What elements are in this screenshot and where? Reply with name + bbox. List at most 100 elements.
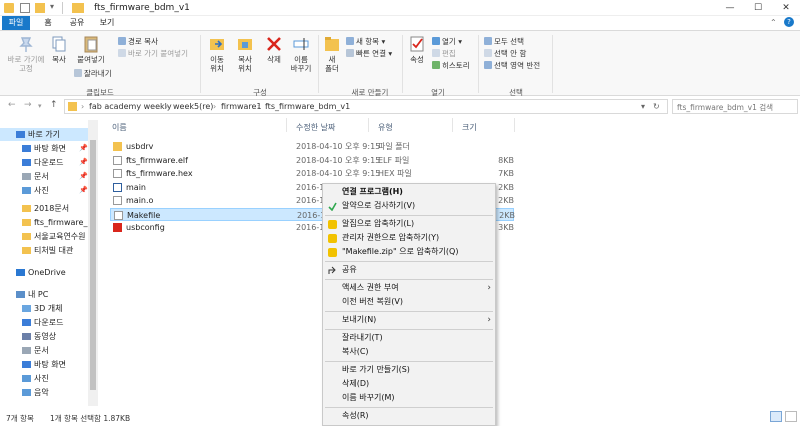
column-header-modified[interactable]: 수정한 날짜 (296, 122, 335, 133)
nav-item[interactable]: 문서 📌 (0, 170, 88, 183)
maximize-button[interactable]: ☐ (744, 0, 772, 16)
nav-item[interactable]: 동영상 (0, 330, 88, 343)
open-button[interactable]: 열기 ▾ (432, 37, 462, 47)
nav-item[interactable]: 다운로드 (0, 316, 88, 329)
rename-button[interactable]: 이름 바꾸기 (288, 35, 314, 73)
copy-path-button[interactable]: 경로 복사 (118, 37, 158, 47)
forward-arrow-icon[interactable]: → (24, 100, 32, 110)
nav-item[interactable]: 사진 📌 (0, 184, 88, 197)
delete-button[interactable]: 삭제 (262, 35, 286, 64)
nav-item[interactable]: OneDrive (0, 266, 88, 279)
nav-item[interactable]: 다운로드 📌 (0, 156, 88, 169)
new-folder-quick-icon[interactable] (35, 3, 45, 13)
column-header-type[interactable]: 유형 (378, 122, 393, 133)
move-to-button[interactable]: 이동 위치 (204, 35, 230, 73)
address-bar[interactable]: › fab academy weekly › week5(re) › firmw… (64, 99, 668, 114)
properties-button[interactable]: 속성 (406, 35, 428, 64)
paste-button[interactable]: 붙여넣기 (74, 35, 108, 64)
tab-home[interactable]: 홈 (38, 16, 58, 30)
edit-button[interactable]: 편집 (432, 49, 456, 59)
menu-item-create-shortcut[interactable]: 바로 가기 만들기(S) (323, 363, 495, 377)
nav-item[interactable]: 바탕 화면 (0, 358, 88, 371)
nav-item[interactable]: 서울교육연수원 (0, 230, 88, 243)
easy-access-button[interactable]: 빠른 연결 ▾ (346, 49, 392, 59)
nav-item[interactable]: 3D 개체 (0, 302, 88, 315)
details-view-icon[interactable] (770, 411, 782, 422)
tab-view[interactable]: 보기 (96, 16, 118, 30)
column-header-name[interactable]: 이름 (112, 122, 127, 133)
large-icons-view-icon[interactable] (785, 411, 797, 422)
nav-item[interactable]: 2018문서 (0, 202, 88, 215)
menu-item-restore-versions[interactable]: 이전 버전 복원(V) (323, 295, 495, 309)
menu-item-alyac-scan[interactable]: 알약으로 검사하기(V) (323, 199, 495, 213)
breadcrumb-item[interactable]: fab academy weekly (89, 102, 172, 111)
column-divider[interactable] (368, 118, 369, 132)
breadcrumb-separator-icon[interactable]: › (165, 102, 168, 111)
file-row[interactable]: fts_firmware.elf 2018-04-10 오후 9:15 ELF 파일… (110, 154, 514, 167)
menu-item-alzip-named[interactable]: "Makefile.zip" 으로 압축하기(Q) (323, 245, 495, 259)
collapse-ribbon-icon[interactable]: ⌃ (770, 18, 777, 27)
menu-item-rename[interactable]: 이름 바꾸기(M) (323, 391, 495, 405)
select-none-button[interactable]: 선택 안 함 (484, 49, 526, 59)
nav-item[interactable]: 바탕 화면 📌 (0, 142, 88, 155)
pin-quick-access-button[interactable]: 바로 가기에 고정 (3, 35, 49, 73)
tab-file[interactable]: 파일 (2, 16, 30, 30)
nav-item[interactable]: 문서 (0, 344, 88, 357)
pin-icon: 📌 (79, 158, 88, 166)
up-arrow-icon[interactable]: ↑ (50, 100, 58, 110)
refresh-icon[interactable]: ↻ (653, 102, 660, 111)
search-input[interactable]: fts_firmware_bdm_v1 검색 (672, 99, 798, 114)
minimize-button[interactable]: — (716, 0, 744, 16)
menu-item-cut[interactable]: 잘라내기(T) (323, 331, 495, 345)
address-dropdown-icon[interactable]: ▾ (641, 102, 645, 111)
properties-quick-icon[interactable] (20, 3, 30, 13)
menu-item-open-with[interactable]: 연결 프로그램(H) (323, 185, 495, 199)
menu-item-delete[interactable]: 삭제(D) (323, 377, 495, 391)
column-header-size[interactable]: 크기 (462, 122, 477, 133)
nav-item-label: 3D 개체 (34, 304, 63, 313)
nav-item-label: 바로 가기 (28, 130, 60, 139)
quick-access-dropdown-icon[interactable]: ▾ (50, 2, 54, 11)
new-folder-button[interactable]: 새 폴더 (320, 35, 344, 73)
menu-item-share[interactable]: 공유 (323, 263, 495, 277)
breadcrumb-item[interactable]: fts_firmware_bdm_v1 (265, 102, 350, 111)
nav-item[interactable]: 사진 (0, 372, 88, 385)
nav-item[interactable]: fts_firmware_bd (0, 216, 88, 229)
menu-item-properties[interactable]: 속성(R) (323, 409, 495, 423)
cut-button[interactable]: 잘라내기 (74, 69, 112, 79)
file-row[interactable]: usbdrv 2018-04-10 오후 9:15 파일 폴더 (110, 140, 514, 153)
menu-item-give-access[interactable]: 액세스 권한 부여 › (323, 281, 495, 295)
breadcrumb-item[interactable]: firmware1 (221, 102, 262, 111)
nav-scrollbar-thumb[interactable] (90, 140, 96, 390)
paste-shortcut-button[interactable]: 바로 가기 붙여넣기 (118, 49, 188, 59)
menu-item-send-to[interactable]: 보내기(N) › (323, 313, 495, 327)
nav-item[interactable]: 내 PC (0, 288, 88, 301)
file-row[interactable]: fts_firmware.hex 2018-04-10 오후 9:15 HEX 파일… (110, 167, 514, 180)
column-divider[interactable] (452, 118, 453, 132)
breadcrumb-item[interactable]: week5(re) (173, 102, 213, 111)
tab-share[interactable]: 공유 (66, 16, 88, 30)
back-arrow-icon[interactable]: ← (8, 100, 16, 110)
column-divider[interactable] (514, 118, 515, 132)
select-all-button[interactable]: 모두 선택 (484, 37, 524, 47)
invert-selection-button[interactable]: 선택 영역 반전 (484, 61, 540, 71)
nav-item[interactable]: 음악 (0, 386, 88, 399)
close-button[interactable]: ✕ (772, 0, 800, 16)
menu-item-alzip-admin[interactable]: 관리자 권한으로 압축하기(Y) (323, 231, 495, 245)
column-divider[interactable] (286, 118, 287, 132)
nav-item-label: 문서 (34, 172, 49, 181)
breadcrumb-separator-icon[interactable]: › (257, 102, 260, 111)
nav-item[interactable]: 바로 가기 (0, 128, 88, 141)
recent-locations-icon[interactable]: ▾ (38, 102, 42, 110)
new-item-button[interactable]: 새 항목 ▾ (346, 37, 385, 47)
history-button[interactable]: 히스토리 (432, 61, 470, 71)
menu-item-alzip[interactable]: 알집으로 압축하기(L) (323, 217, 495, 231)
nav-item[interactable]: 티처빌 대관 (0, 244, 88, 257)
paste-shortcut-label: 바로 가기 붙여넣기 (128, 49, 188, 58)
copy-to-button[interactable]: 복사 위치 (232, 35, 258, 73)
breadcrumb-separator-icon[interactable]: › (213, 102, 216, 111)
copy-button[interactable]: 복사 (48, 35, 70, 64)
menu-item-copy[interactable]: 복사(C) (323, 345, 495, 359)
breadcrumb-separator-icon[interactable]: › (81, 102, 84, 111)
help-icon[interactable]: ? (784, 17, 794, 27)
